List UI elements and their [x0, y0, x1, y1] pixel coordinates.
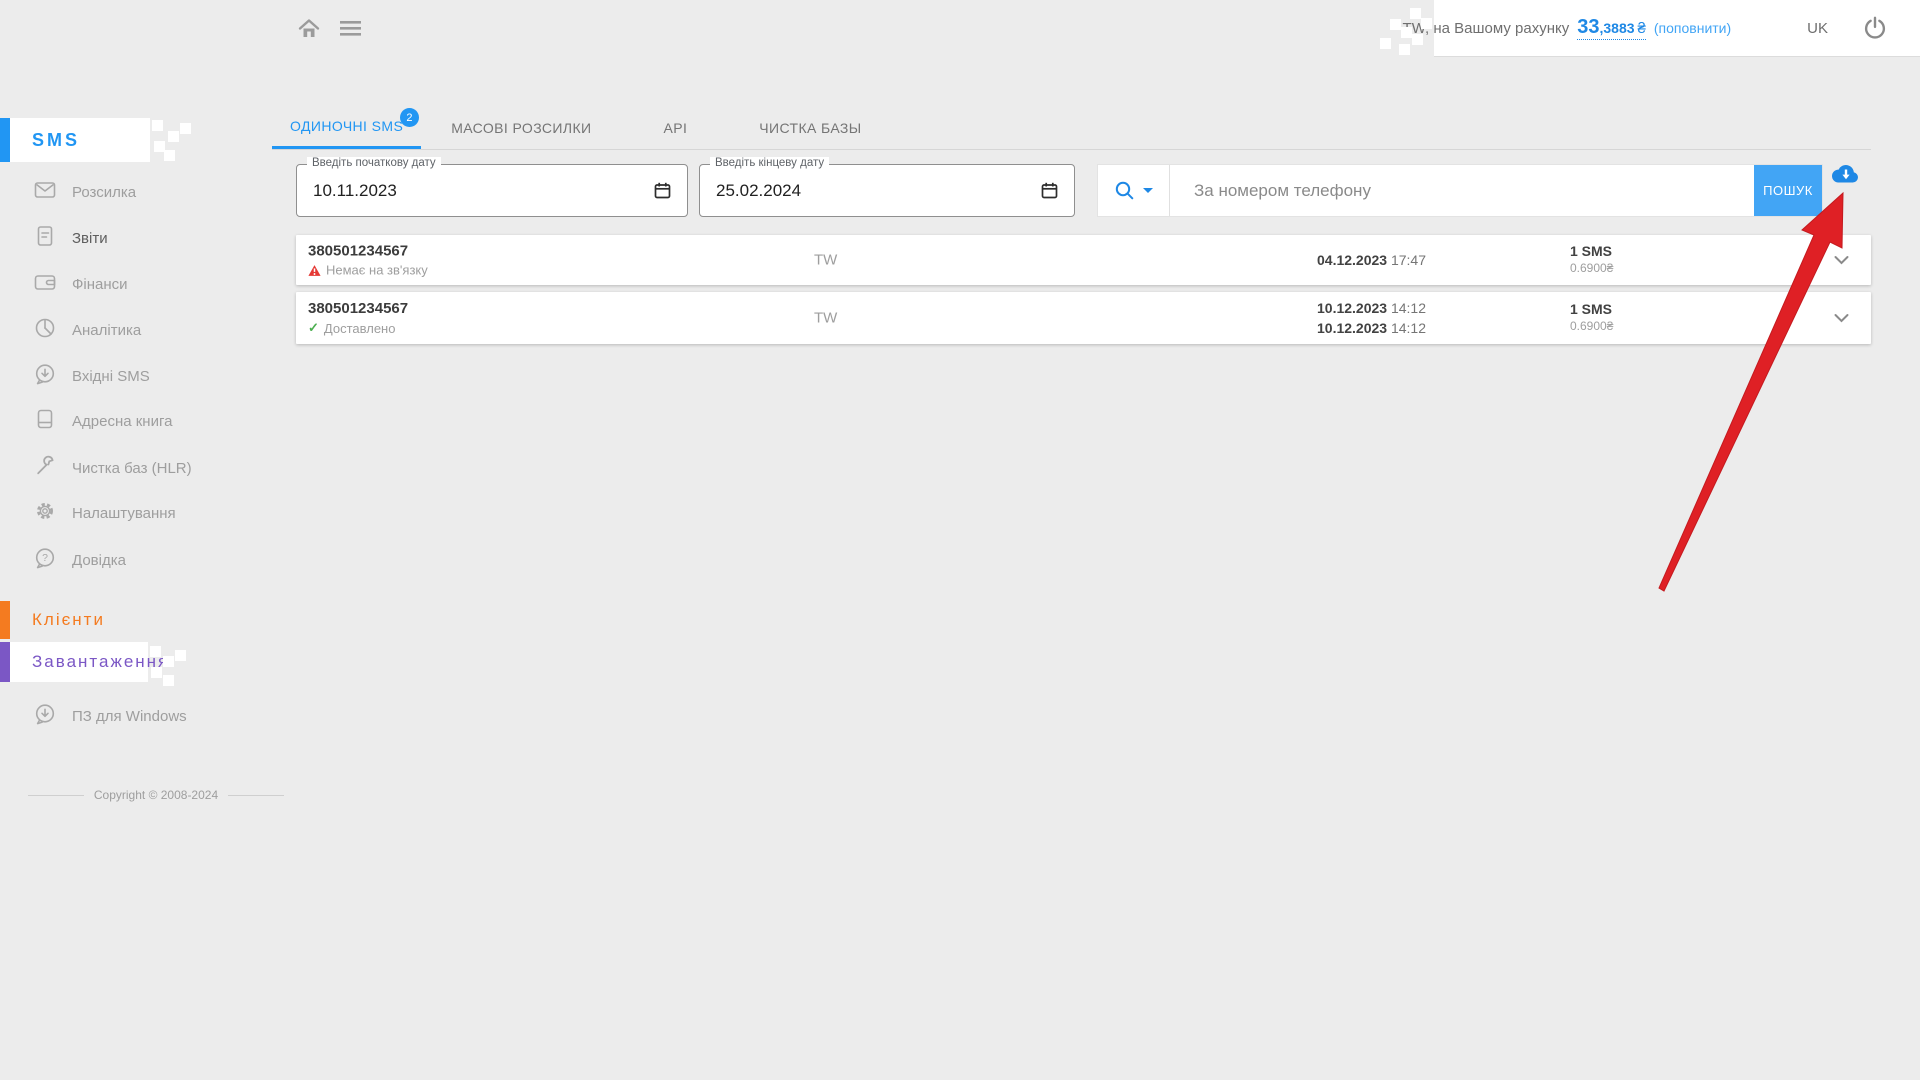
start-date-label: Введіть початкову дату: [307, 157, 441, 169]
sidebar-item-label: Звіти: [72, 230, 108, 247]
sent-time: 17:47: [1391, 252, 1426, 268]
sidebar-section-sms[interactable]: SMS: [32, 118, 80, 162]
sidebar-item-label: Налаштування: [72, 505, 176, 522]
copyright-text: Copyright © 2008-2024: [94, 788, 218, 802]
sms-section-accent-bar: [0, 118, 10, 162]
incoming-sms-icon: [34, 363, 56, 390]
start-date-field[interactable]: Введіть початкову дату 10.11.2023: [296, 164, 688, 217]
search-group: ПОШУК: [1097, 164, 1823, 217]
sms-count: 1 SMS: [1570, 301, 1613, 318]
sidebar-section-clients[interactable]: Клієнти: [32, 601, 105, 639]
sms-cost: 0.6900₴: [1570, 260, 1613, 277]
tab-badge: 2: [400, 108, 419, 127]
calendar-icon[interactable]: [654, 182, 671, 199]
tab-label: ОДИНОЧНІ SMS: [290, 118, 403, 134]
dates-cell: 04.12.2023 17:47: [1317, 250, 1426, 270]
analytics-icon: [34, 317, 56, 344]
sidebar-item-label: Чистка баз (HLR): [72, 460, 192, 477]
address-book-icon: [34, 408, 56, 435]
sms-count: 1 SMS: [1570, 243, 1613, 260]
search-button[interactable]: ПОШУК: [1754, 165, 1822, 216]
sms-cost: 0.6900₴: [1570, 318, 1613, 335]
downloads-section-accent-bar: [0, 642, 10, 682]
start-date-value[interactable]: 10.11.2023: [313, 181, 654, 201]
tab-label: ЧИСТКА БАЗЫ: [759, 120, 861, 136]
status-text: Доставлено: [324, 321, 396, 336]
count-cell: 1 SMS 0.6900₴: [1570, 301, 1613, 335]
tab-label: МАСОВІ РОЗСИЛКИ: [451, 120, 591, 136]
tab-label: API: [664, 120, 688, 136]
tab-api[interactable]: API: [646, 106, 706, 149]
wrench-icon: [34, 455, 56, 482]
sidebar-item-label: Фінанси: [72, 276, 128, 293]
sidebar-item-dovidka[interactable]: ? Довідка: [34, 544, 126, 576]
help-icon: ?: [34, 547, 56, 574]
message-row[interactable]: 380501234567 Немає на зв'язку TW 04.12.2…: [296, 235, 1871, 285]
expand-row-button[interactable]: [1828, 308, 1855, 329]
sidebar-section-downloads[interactable]: Завантаження: [32, 642, 169, 682]
cloud-download-icon[interactable]: [1830, 162, 1862, 191]
message-row[interactable]: 380501234567 ✓ Доставлено TW 10.12.2023 …: [296, 292, 1871, 344]
dates-cell: 10.12.2023 14:12 10.12.2023 14:12: [1317, 298, 1426, 338]
sidebar-item-nalashtuvannia[interactable]: Налаштування: [34, 497, 176, 529]
sender-cell: TW: [814, 252, 837, 269]
phone-number: 380501234567: [308, 243, 428, 260]
end-date-label: Введіть кінцеву дату: [710, 157, 829, 169]
tabbar: ОДИНОЧНІ SMS 2 МАСОВІ РОЗСИЛКИ API ЧИСТК…: [272, 106, 1871, 150]
download-icon: [34, 703, 56, 730]
recipient-cell: 380501234567 ✓ Доставлено: [308, 300, 408, 336]
sidebar-item-vhidni-sms[interactable]: Вхідні SMS: [34, 360, 150, 392]
copyright: Copyright © 2008-2024: [28, 788, 284, 802]
check-icon: ✓: [308, 320, 319, 336]
delivered-date: 10.12.2023: [1317, 320, 1387, 336]
sidebar-item-label: Адресна книга: [72, 413, 172, 430]
svg-text:?: ?: [42, 552, 48, 564]
expand-row-button[interactable]: [1828, 250, 1855, 271]
tab-single-sms[interactable]: ОДИНОЧНІ SMS 2: [272, 106, 421, 149]
sidebar-item-label: Аналітика: [72, 322, 141, 339]
count-cell: 1 SMS 0.6900₴: [1570, 243, 1613, 277]
sidebar-item-adresna-knyha[interactable]: Адресна книга: [34, 405, 172, 437]
recipient-cell: 380501234567 Немає на зв'язку: [308, 243, 428, 278]
sidebar-item-label: Довідка: [72, 552, 126, 569]
sidebar-item-label: Вхідні SMS: [72, 368, 150, 385]
chevron-down-icon: [1834, 314, 1849, 323]
sidebar-item-chystka-baz[interactable]: Чистка баз (HLR): [34, 452, 192, 484]
sidebar-item-label: Розсилка: [72, 184, 136, 201]
sent-time: 14:12: [1391, 300, 1426, 316]
phone-number: 380501234567: [308, 300, 408, 317]
wallet-icon: [34, 271, 56, 298]
warning-icon: [308, 264, 321, 276]
sent-date: 04.12.2023: [1317, 252, 1387, 268]
end-date-field[interactable]: Введіть кінцеву дату 25.02.2024: [699, 164, 1075, 217]
search-input[interactable]: [1170, 165, 1754, 216]
sidebar-item-rozsylka[interactable]: Розсилка: [34, 176, 136, 208]
search-type-dropdown[interactable]: [1098, 165, 1170, 216]
sidebar-item-zvity[interactable]: Звіти: [34, 222, 108, 254]
report-icon: [34, 225, 56, 252]
clients-section-accent-bar: [0, 601, 10, 639]
sidebar-item-windows-software[interactable]: ПЗ для Windows: [34, 700, 187, 732]
gear-icon: [34, 500, 56, 527]
sidebar-item-label: ПЗ для Windows: [72, 708, 187, 725]
tab-base-cleaning[interactable]: ЧИСТКА БАЗЫ: [741, 106, 879, 149]
envelope-icon: [34, 179, 56, 206]
chevron-down-icon: [1834, 256, 1849, 265]
tab-bulk-sms[interactable]: МАСОВІ РОЗСИЛКИ: [433, 106, 609, 149]
home-icon[interactable]: [298, 18, 320, 39]
sidebar-item-analityka[interactable]: Аналітика: [34, 314, 141, 346]
sender-cell: TW: [814, 310, 837, 327]
caret-down-icon: [1143, 188, 1153, 193]
search-icon: [1114, 180, 1135, 201]
end-date-value[interactable]: 25.02.2024: [716, 181, 1041, 201]
calendar-icon[interactable]: [1041, 182, 1058, 199]
status-text: Немає на зв'язку: [326, 263, 428, 278]
sent-date: 10.12.2023: [1317, 300, 1387, 316]
delivered-time: 14:12: [1391, 320, 1426, 336]
sidebar-item-finansy[interactable]: Фінанси: [34, 268, 128, 300]
menu-icon[interactable]: [340, 20, 361, 37]
